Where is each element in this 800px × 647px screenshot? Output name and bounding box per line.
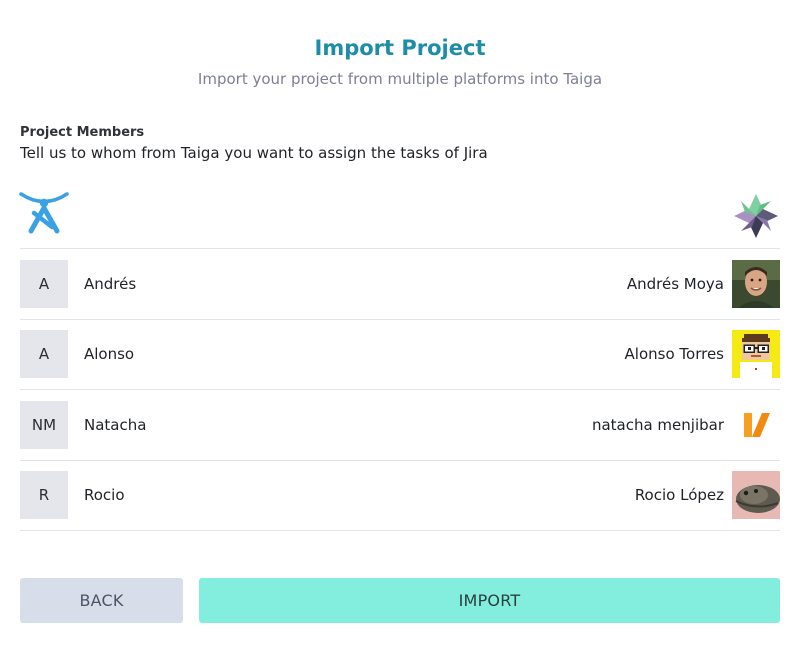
jira-member-name: Rocio	[84, 486, 125, 505]
jira-initials: R	[20, 471, 68, 520]
taiga-member-name[interactable]: Andrés Moya	[627, 275, 724, 293]
jira-initials: A	[20, 259, 68, 308]
member-row-andres: A Andrés Andrés Moya	[20, 249, 780, 320]
taiga-member-name[interactable]: natacha menjibar	[592, 416, 724, 434]
jira-initials: NM	[20, 400, 68, 449]
jira-initials: A	[20, 330, 68, 379]
back-button[interactable]: BACK	[20, 578, 183, 623]
taiga-member-name[interactable]: Rocio López	[635, 486, 724, 504]
section-label: Project Members	[20, 125, 145, 140]
taiga-logo-icon	[734, 194, 778, 238]
member-row-natacha: NM Natacha natacha menjibar	[20, 390, 780, 461]
orange-n-logo-avatar[interactable]	[732, 400, 780, 449]
member-row-alonso: A Alonso Alonso Torres	[20, 320, 780, 390]
jira-logo-icon	[19, 192, 69, 234]
jira-member-name: Natacha	[84, 415, 147, 434]
taiga-member-name[interactable]: Alonso Torres	[625, 345, 724, 363]
jira-member-name: Andrés	[84, 274, 137, 293]
jira-member-name: Alonso	[84, 345, 135, 364]
photo-avatar[interactable]	[732, 259, 780, 308]
members-list: A Andrés Andrés Moya A Alonso Alonso Tor…	[20, 248, 780, 531]
section-description: Tell us to whom from Taiga you want to a…	[20, 144, 488, 162]
member-row-rocio: R Rocio Rocio López	[20, 461, 780, 531]
import-button[interactable]: IMPORT	[199, 578, 780, 623]
page-title: Import Project	[314, 36, 486, 60]
pixel-art-avatar[interactable]	[732, 330, 780, 379]
turtle-photo-avatar[interactable]	[732, 471, 780, 520]
import-project-page: Import Project Import your project from …	[0, 0, 800, 647]
page-subtitle: Import your project from multiple platfo…	[197, 70, 603, 88]
